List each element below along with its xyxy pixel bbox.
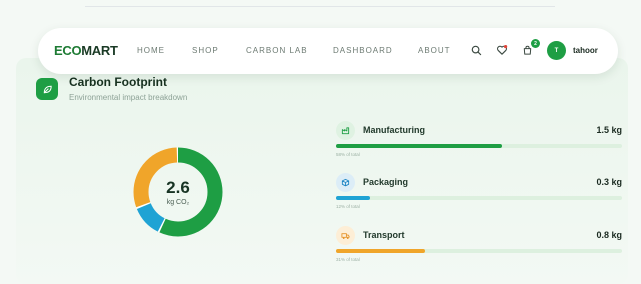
section-subtitle: Environmental impact breakdown bbox=[69, 93, 188, 102]
progress-track bbox=[336, 144, 622, 148]
progress-fill bbox=[336, 196, 371, 200]
item-share: 31% of total bbox=[336, 257, 360, 262]
breakdown-item-packaging: Packaging 0.3 kg 12% of total bbox=[336, 173, 624, 225]
progress-fill bbox=[336, 249, 425, 253]
progress-track bbox=[336, 249, 622, 253]
progress-track bbox=[336, 196, 622, 200]
progress-fill bbox=[336, 144, 502, 148]
logo-eco: ECO bbox=[54, 43, 82, 58]
item-label: Packaging bbox=[363, 177, 409, 187]
nav-about[interactable]: ABOUT bbox=[418, 46, 451, 55]
nav-carbon-lab[interactable]: CARBON LAB bbox=[246, 46, 308, 55]
heart-icon[interactable] bbox=[495, 43, 509, 57]
breakdown-item-transport: Transport 0.8 kg 31% of total bbox=[336, 226, 624, 278]
logo-mart: MART bbox=[81, 43, 118, 58]
total-value: 2.6 bbox=[166, 177, 190, 197]
box-icon bbox=[336, 173, 355, 192]
breakdown-item-manufacturing: Manufacturing 1.5 kg 58% of total bbox=[336, 121, 624, 173]
item-value: 0.8 kg bbox=[596, 230, 622, 240]
logo[interactable]: ECOMART bbox=[54, 43, 118, 58]
nav-dashboard[interactable]: DASHBOARD bbox=[333, 46, 393, 55]
donut-center: 2.6 kg CO₂ bbox=[132, 146, 224, 238]
item-share: 58% of total bbox=[336, 152, 360, 157]
footprint-donut: 2.6 kg CO₂ bbox=[132, 146, 224, 238]
section-title: Carbon Footprint bbox=[69, 75, 167, 89]
truck-icon bbox=[336, 226, 355, 245]
cart-count-badge: 2 bbox=[531, 39, 540, 48]
username[interactable]: tahoor bbox=[573, 46, 598, 55]
top-divider bbox=[85, 6, 555, 7]
avatar[interactable]: T bbox=[547, 41, 566, 60]
item-value: 0.3 kg bbox=[596, 177, 622, 187]
total-unit: kg CO₂ bbox=[166, 198, 190, 206]
item-share: 12% of total bbox=[336, 204, 360, 209]
navbar: ECOMART HOME SHOP CARBON LAB DASHBOARD A… bbox=[38, 28, 618, 74]
factory-icon bbox=[336, 121, 355, 140]
item-label: Transport bbox=[363, 230, 405, 240]
search-icon[interactable] bbox=[469, 43, 483, 57]
item-label: Manufacturing bbox=[363, 125, 425, 135]
nav-home[interactable]: HOME bbox=[137, 46, 165, 55]
item-value: 1.5 kg bbox=[596, 125, 622, 135]
nav-shop[interactable]: SHOP bbox=[192, 46, 219, 55]
leaf-icon bbox=[36, 78, 58, 100]
